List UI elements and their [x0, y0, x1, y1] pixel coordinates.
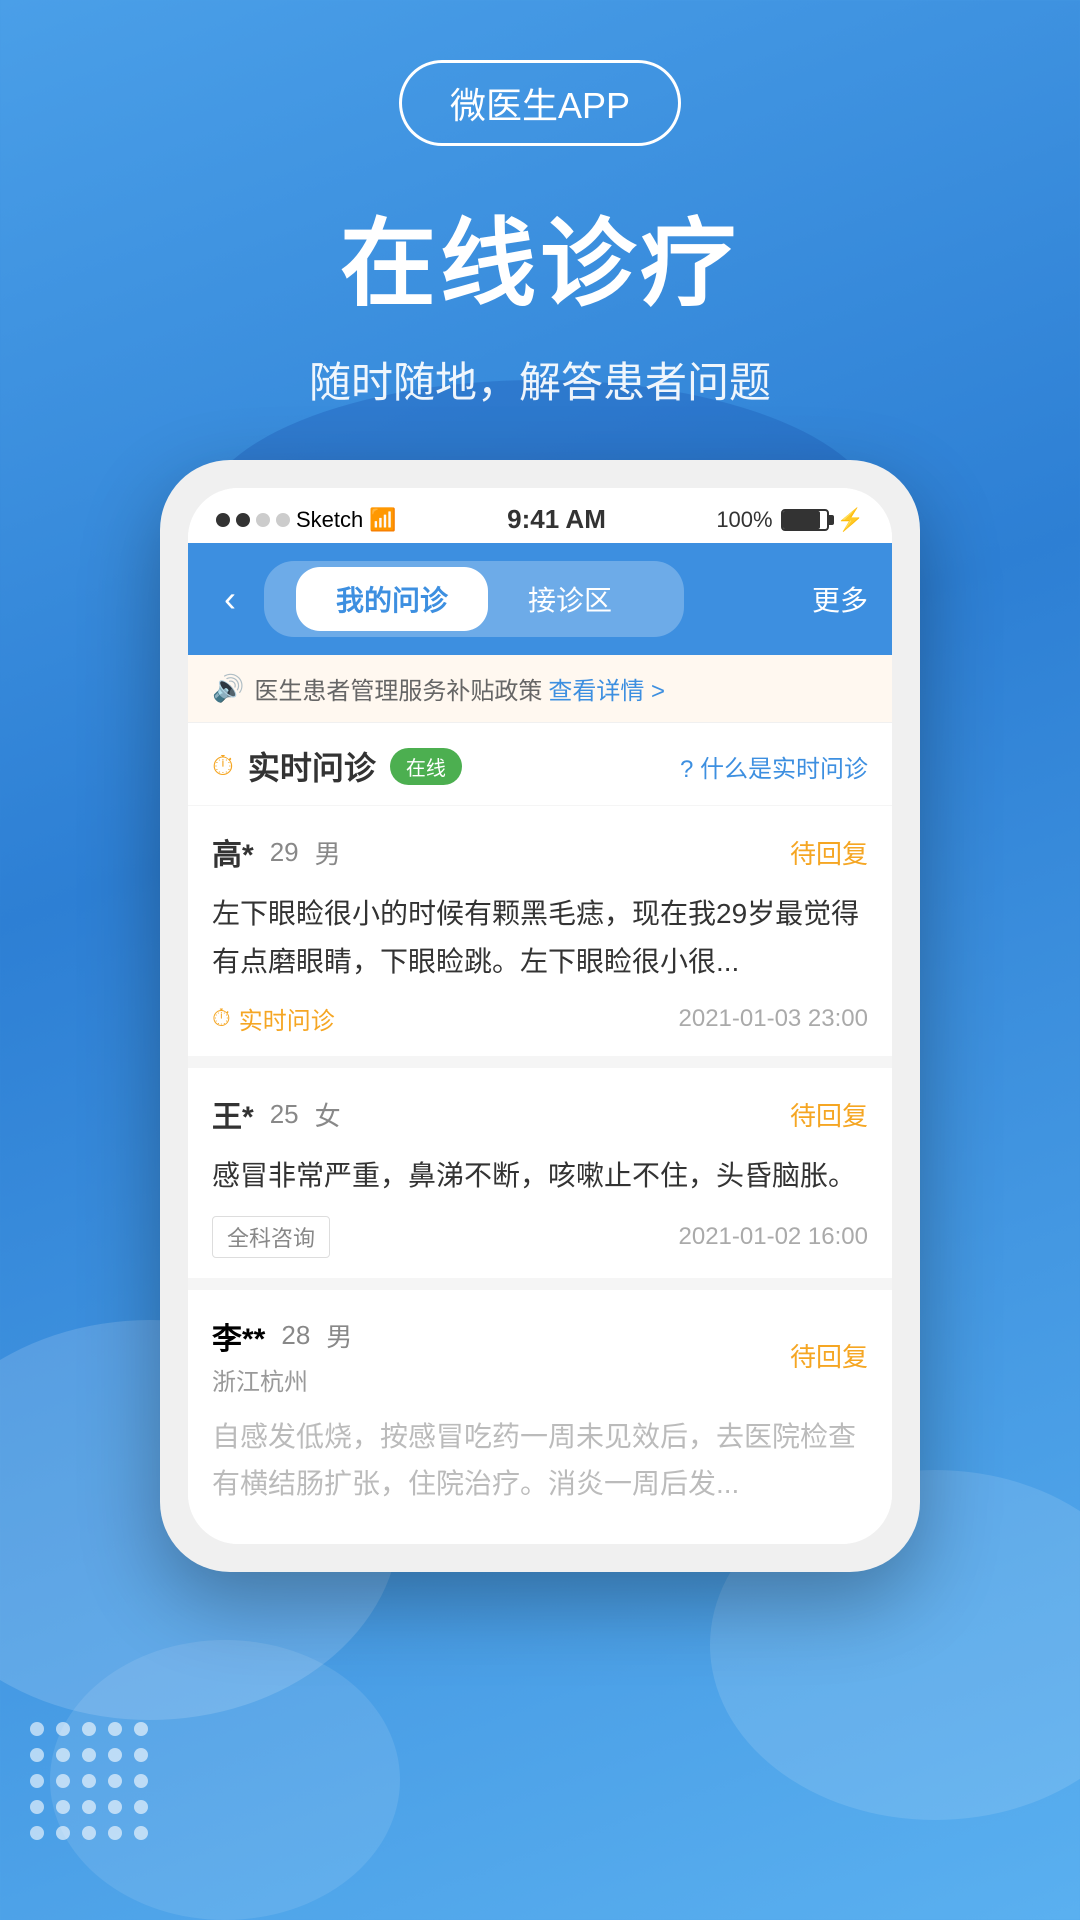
app-badge: 微医生APP [399, 60, 681, 146]
card-2-footer: 全科咨询 2021-01-02 16:00 [212, 1216, 868, 1258]
card-3-status: 待回复 [790, 1337, 868, 1374]
tab-my-consult[interactable]: 我的问诊 [296, 567, 488, 631]
card-3-patient-name: 李** [212, 1314, 265, 1358]
consult-card-3[interactable]: 李** 28 男 浙江杭州 待回复 自感发低烧，按感冒吃药一周未见效后，去医院检… [188, 1290, 892, 1544]
section-title-text: 实时问诊 [248, 743, 376, 789]
tab-reception[interactable]: 接诊区 [488, 567, 652, 631]
dots-decoration [30, 1722, 148, 1840]
tab-group: 我的问诊 接诊区 [264, 561, 684, 637]
notice-text: 医生患者管理服务补贴政策 [254, 671, 542, 706]
status-carrier: Sketch 📶 [216, 507, 397, 533]
notice-icon: 🔊 [212, 673, 244, 704]
card-2-timestamp: 2021-01-02 16:00 [679, 1223, 869, 1251]
card-2-tag: 全科咨询 [212, 1216, 330, 1258]
card-1-tag-label: 实时问诊 [239, 1001, 335, 1036]
online-badge: 在线 [390, 748, 462, 785]
clock-icon: ⏱ [212, 750, 234, 783]
card-3-patient-gender: 男 [326, 1317, 352, 1354]
consult-card-1[interactable]: 高* 29 男 待回复 左下眼睑很小的时候有颗黑毛痣，现在我29岁最觉得有点磨眼… [188, 806, 892, 1068]
card-1-header: 高* 29 男 待回复 [212, 830, 868, 874]
back-button[interactable]: ‹ [212, 574, 248, 624]
sub-title: 随时随地，解答患者问题 [0, 349, 1080, 410]
signal-dot-3 [256, 513, 270, 527]
card-2-patient-age: 25 [270, 1099, 299, 1130]
card-1-tag: ⏱ 实时问诊 [212, 1001, 335, 1036]
clock-small-icon: ⏱ [212, 1005, 231, 1033]
carrier-label: Sketch [296, 507, 363, 533]
card-3-patient-age: 28 [281, 1320, 310, 1351]
battery-icon [781, 509, 829, 531]
card-1-timestamp: 2021-01-03 23:00 [679, 1005, 869, 1033]
consult-card-2[interactable]: 王* 25 女 待回复 感冒非常严重，鼻涕不断，咳嗽止不住，头昏脑胀。 全科咨询… [188, 1068, 892, 1290]
card-1-footer: ⏱ 实时问诊 2021-01-03 23:00 [212, 1001, 868, 1036]
signal-dot-1 [216, 513, 230, 527]
signal-dot-4 [276, 513, 290, 527]
card-2-patient-info: 王* 25 女 [212, 1092, 341, 1136]
card-1-patient-age: 29 [270, 837, 299, 868]
card-1-patient-name: 高* [212, 830, 254, 874]
signal-dot-2 [236, 513, 250, 527]
battery-percent: 100% [716, 507, 772, 533]
card-1-patient-info: 高* 29 男 [212, 830, 341, 874]
card-1-patient-gender: 男 [315, 834, 341, 871]
phone-mockup: Sketch 📶 9:41 AM 100% ⚡ ‹ 我的问诊 接诊区 [160, 460, 920, 1572]
section-header: ⏱ 实时问诊 在线 ? 什么是实时问诊 [188, 723, 892, 806]
card-2-content: 感冒非常严重，鼻涕不断，咳嗽止不住，头昏脑胀。 [212, 1152, 868, 1200]
notice-link[interactable]: 查看详情 > [548, 671, 665, 706]
card-3-patient-location: 浙江杭州 [212, 1362, 352, 1397]
card-2-header: 王* 25 女 待回复 [212, 1092, 868, 1136]
section-title-group: ⏱ 实时问诊 在线 [212, 743, 462, 789]
main-title: 在线诊疗 [0, 186, 1080, 325]
nav-bar: ‹ 我的问诊 接诊区 更多 [188, 543, 892, 655]
status-bar: Sketch 📶 9:41 AM 100% ⚡ [188, 488, 892, 543]
card-2-patient-gender: 女 [315, 1096, 341, 1133]
card-3-header: 李** 28 男 浙江杭州 待回复 [212, 1314, 868, 1397]
wifi-icon: 📶 [369, 507, 396, 533]
status-time: 9:41 AM [507, 504, 606, 535]
card-2-status: 待回复 [790, 1096, 868, 1133]
status-battery: 100% ⚡ [716, 507, 864, 533]
more-button[interactable]: 更多 [812, 579, 868, 619]
card-3-content: 自感发低烧，按感冒吃药一周未见效后，去医院检查有横结肠扩张，住院治疗。消炎一周后… [212, 1413, 868, 1508]
lightning-icon: ⚡ [837, 507, 864, 533]
card-2-patient-name: 王* [212, 1092, 254, 1136]
card-1-status: 待回复 [790, 834, 868, 871]
what-is-realtime-link[interactable]: ? 什么是实时问诊 [680, 749, 868, 784]
card-3-patient-info: 李** 28 男 浙江杭州 [212, 1314, 352, 1397]
notice-bar: 🔊 医生患者管理服务补贴政策 查看详情 > [188, 655, 892, 723]
card-1-content: 左下眼睑很小的时候有颗黑毛痣，现在我29岁最觉得有点磨眼睛，下眼睑跳。左下眼睑很… [212, 890, 868, 985]
